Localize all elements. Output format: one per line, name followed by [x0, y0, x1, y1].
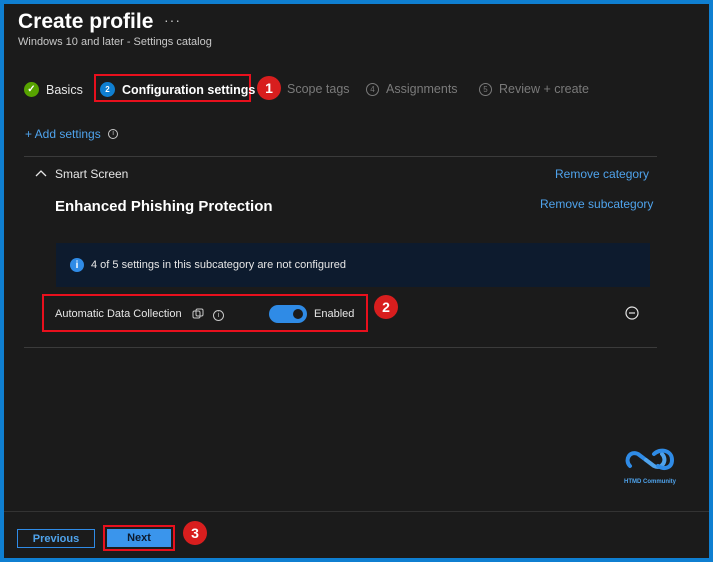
info-icon[interactable]: i — [213, 307, 224, 325]
watermark-text: HTMD Community — [624, 479, 676, 485]
info-banner: i 4 of 5 settings in this subcategory ar… — [56, 243, 650, 287]
page-subtitle: Windows 10 and later - Settings catalog — [18, 36, 212, 48]
step-label: Assignments — [386, 82, 458, 96]
htmd-logo: HTMD Community — [624, 446, 680, 486]
toggle-knob — [293, 309, 303, 319]
step-label: Basics — [46, 82, 83, 97]
section-divider-bottom — [24, 347, 657, 348]
step-configuration-settings[interactable]: 2 Configuration settings — [100, 82, 255, 97]
step-label: Review + create — [499, 82, 589, 96]
step-label: Scope tags — [287, 82, 350, 96]
next-button[interactable]: Next — [107, 529, 171, 547]
step-label: Configuration settings — [122, 82, 256, 97]
step-number-icon: 4 — [366, 82, 379, 96]
htmd-logo-icon — [625, 448, 675, 470]
chevron-up-icon[interactable] — [34, 166, 48, 180]
step-review-create[interactable]: 5 Review + create — [479, 82, 589, 96]
more-options-button[interactable]: ··· — [164, 12, 181, 28]
step-number-icon: 5 — [479, 82, 492, 96]
footer-divider — [4, 511, 709, 512]
toggle-value-label: Enabled — [314, 308, 355, 320]
remove-setting-icon[interactable] — [625, 306, 639, 320]
section-divider-top — [24, 156, 657, 157]
page-title: Create profile — [18, 10, 154, 33]
setting-name: Automatic Data Collection — [55, 308, 182, 320]
step-number-icon: 2 — [100, 82, 115, 97]
step-scope-tags[interactable]: Scope tags — [287, 82, 350, 96]
copy-link-icon[interactable] — [192, 307, 204, 319]
info-banner-text: 4 of 5 settings in this subcategory are … — [91, 259, 346, 271]
info-icon: i — [70, 258, 84, 272]
category-name: Smart Screen — [55, 167, 129, 181]
add-settings-label: + Add settings — [25, 127, 101, 141]
enabled-toggle[interactable] — [269, 305, 307, 323]
subcategory-title: Enhanced Phishing Protection — [55, 198, 273, 215]
add-settings-link[interactable]: + Add settings i — [25, 125, 119, 143]
annotation-badge-3: 3 — [183, 521, 207, 545]
previous-button[interactable]: Previous — [17, 529, 95, 548]
remove-category-link[interactable]: Remove category — [555, 167, 649, 181]
info-icon: i — [108, 128, 119, 139]
step-assignments[interactable]: 4 Assignments — [366, 82, 458, 96]
next-button-highlight: Next — [103, 525, 175, 551]
annotation-badge-1: 1 — [257, 76, 281, 100]
step-basics[interactable]: ✓ Basics — [24, 82, 83, 97]
check-icon: ✓ — [24, 82, 39, 97]
annotation-badge-2: 2 — [374, 295, 398, 319]
remove-subcategory-link[interactable]: Remove subcategory — [540, 197, 653, 211]
create-profile-window: Create profile ··· Windows 10 and later … — [4, 4, 709, 558]
